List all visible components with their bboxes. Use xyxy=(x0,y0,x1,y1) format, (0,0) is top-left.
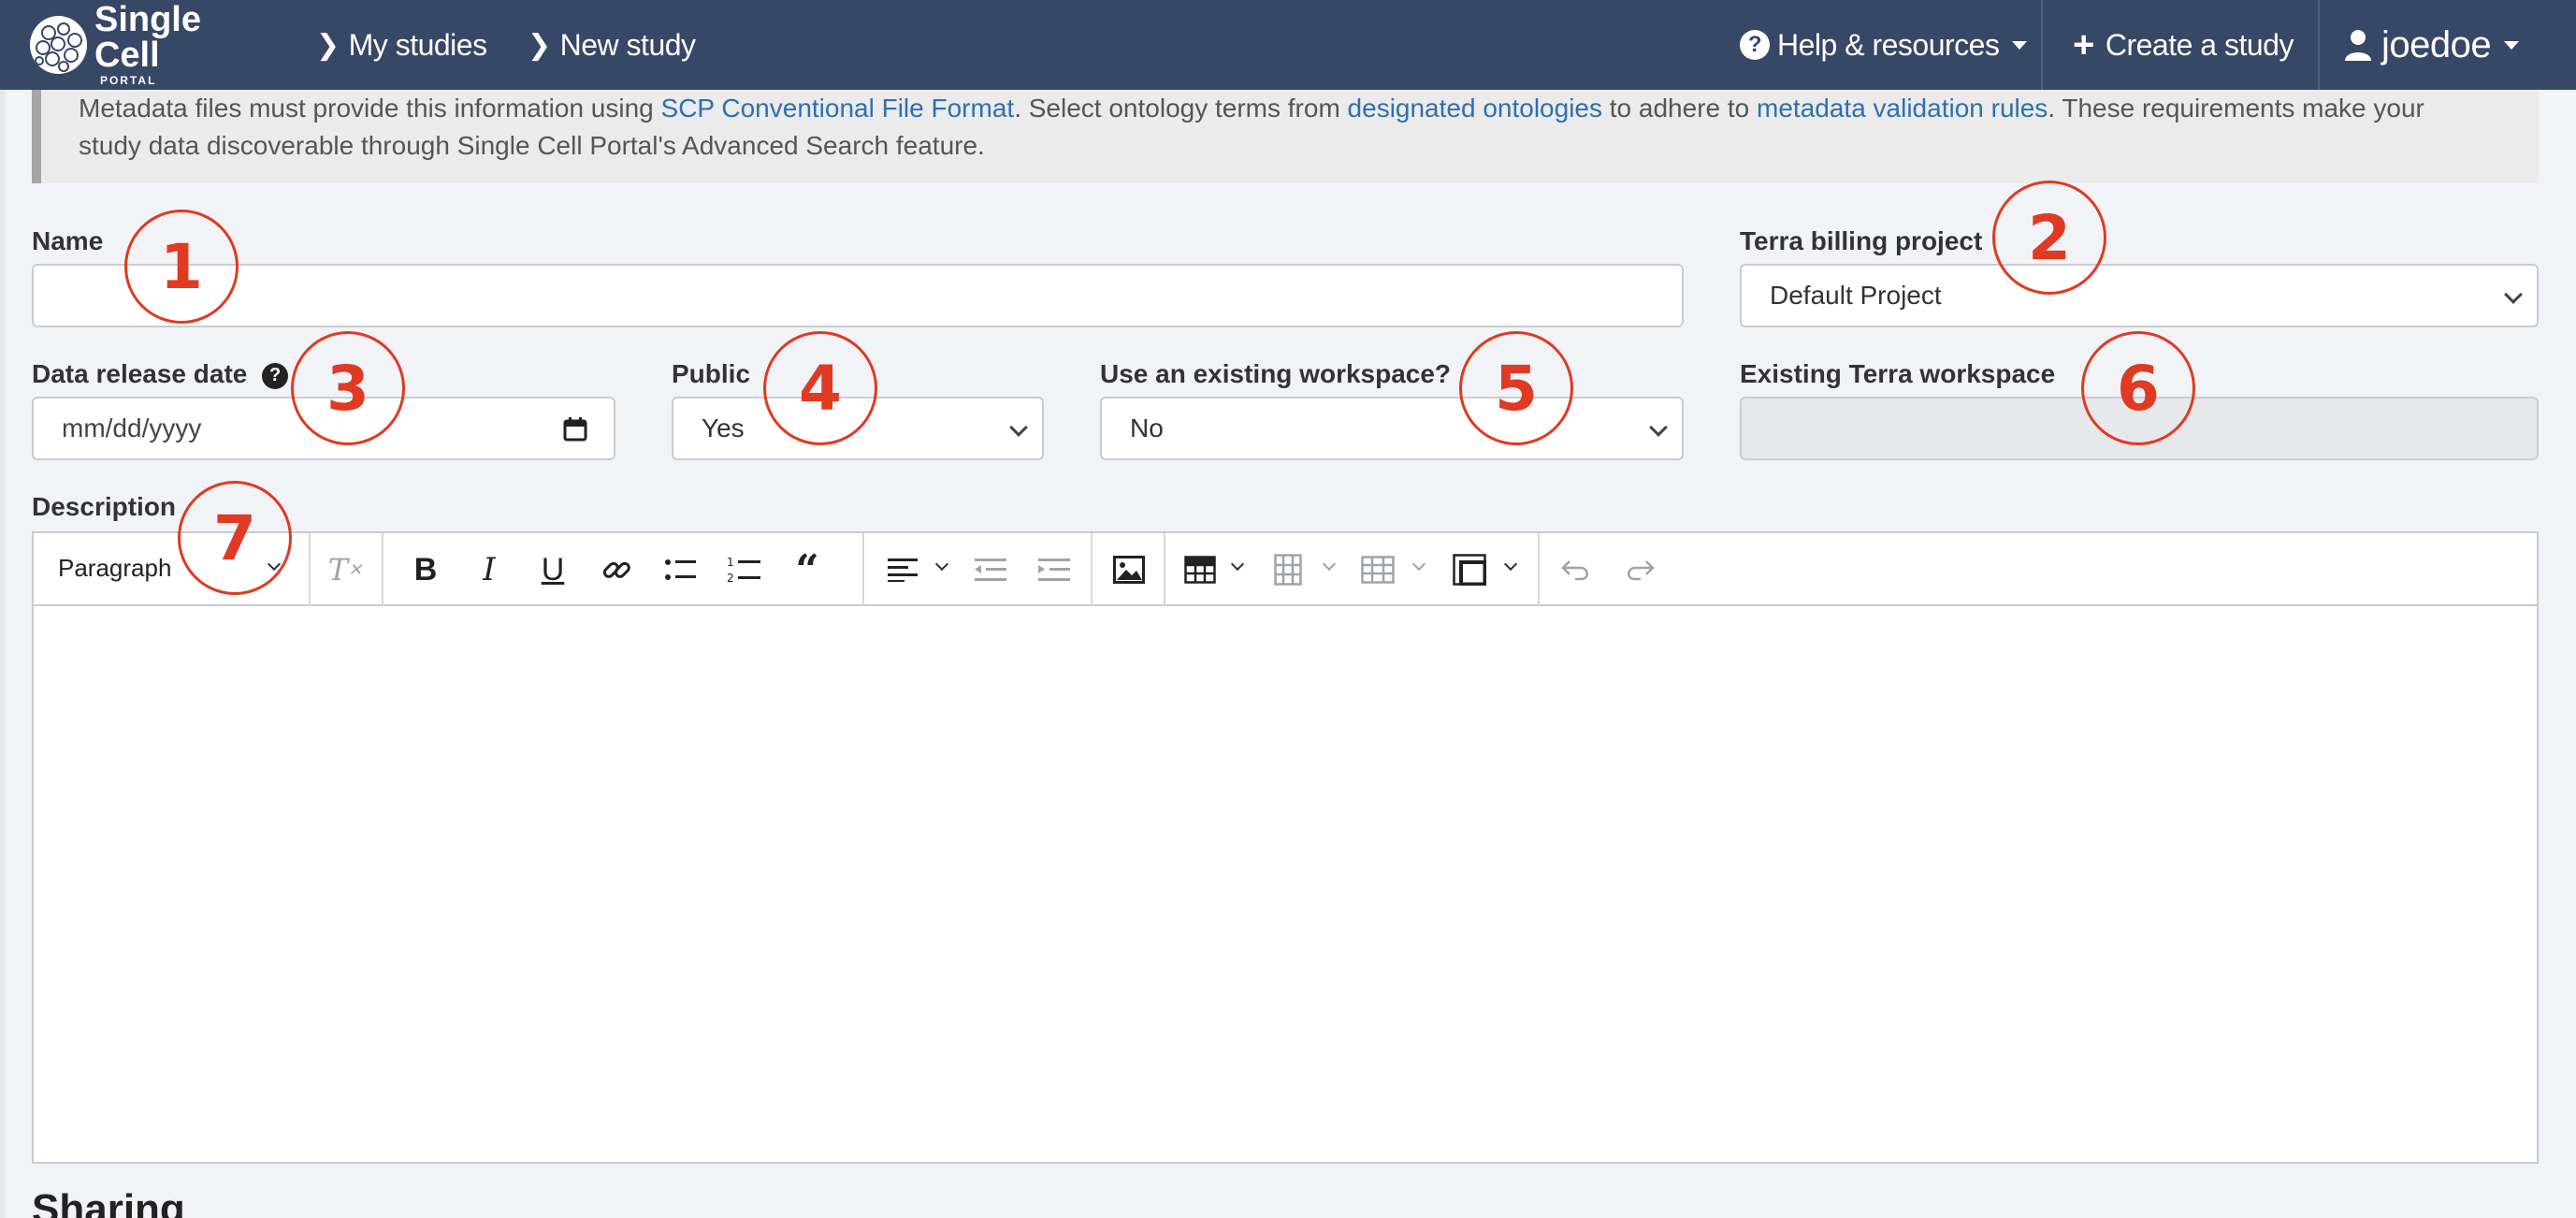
bullet-list-icon[interactable] xyxy=(658,548,702,591)
use-workspace-value: No xyxy=(1130,413,1164,442)
name-label: Name xyxy=(32,226,104,255)
plus-icon: + xyxy=(2073,23,2094,65)
validation-rules-link[interactable]: metadata validation rules xyxy=(1757,94,2048,123)
nav-divider xyxy=(2318,0,2320,90)
description-editor: Paragraph T ✕ B I U 12 “ xyxy=(32,531,2539,1164)
release-date-label: Data release date ? xyxy=(32,359,289,389)
public-label: Public xyxy=(672,359,751,388)
image-icon[interactable] xyxy=(1107,548,1151,591)
clear-format-group: T ✕ xyxy=(311,533,384,606)
chevron-down-icon[interactable] xyxy=(1322,557,1337,572)
link-icon[interactable] xyxy=(595,548,638,591)
name-input[interactable] xyxy=(32,264,1684,327)
chevron-down-icon[interactable] xyxy=(1411,557,1426,572)
notice-text: . Select ontology terms from xyxy=(1014,94,1348,123)
table-group xyxy=(1165,533,1540,606)
block-format-select[interactable]: Paragraph xyxy=(58,554,171,583)
left-edge xyxy=(0,90,6,1218)
annotation-marker: 2 xyxy=(1992,181,2106,295)
undo-icon[interactable] xyxy=(1555,548,1598,591)
nav-my-studies-label: My studies xyxy=(348,27,487,62)
underline-icon[interactable]: U xyxy=(531,548,574,591)
caret-down-icon xyxy=(2504,40,2520,50)
indent-icon[interactable] xyxy=(1033,548,1076,591)
nav-divider xyxy=(2041,0,2043,90)
notice-text: to adhere to xyxy=(1602,94,1758,123)
help-resources-label: Help & resources xyxy=(1777,27,2000,62)
chevron-down-icon xyxy=(2504,285,2523,304)
description-label: Description xyxy=(32,492,177,521)
notice-text: . These requirements make your xyxy=(2048,94,2424,123)
text-format-group: B I U 12 “ xyxy=(384,533,864,606)
editor-text-area[interactable] xyxy=(34,606,2537,1164)
editor-toolbar: Paragraph T ✕ B I U 12 “ xyxy=(34,533,2537,606)
portal-logo[interactable]: Single Cell PORTAL xyxy=(30,2,273,86)
billing-project-label: Terra billing project xyxy=(1740,226,1983,255)
clear-format-icon[interactable]: T ✕ xyxy=(324,548,367,591)
question-circle-icon[interactable]: ? xyxy=(262,362,289,389)
public-value: Yes xyxy=(702,413,745,442)
scp-format-link[interactable]: SCP Conventional File Format xyxy=(661,94,1015,123)
sharing-heading: Sharing xyxy=(32,1186,185,1218)
billing-project-select[interactable]: Default Project xyxy=(1740,264,2539,327)
table-icon[interactable] xyxy=(1179,548,1222,591)
user-menu[interactable]: joedoe xyxy=(2344,22,2520,67)
nav-new-study[interactable]: ❯ New study xyxy=(528,22,696,67)
user-icon xyxy=(2345,30,2371,61)
billing-project-value: Default Project xyxy=(1770,281,1942,310)
annotation-marker: 7 xyxy=(178,481,292,595)
nav-my-studies[interactable]: ❯ My studies xyxy=(316,22,487,67)
create-study-button[interactable]: + Create a study xyxy=(2073,22,2294,67)
annotation-marker: 6 xyxy=(2081,331,2195,445)
calendar-icon[interactable] xyxy=(563,417,587,442)
nav-new-study-label: New study xyxy=(559,27,696,62)
logo-cell-icon xyxy=(30,16,87,74)
annotation-marker: 3 xyxy=(291,331,405,445)
logo-text: Single Cell xyxy=(94,0,201,75)
outdent-icon[interactable] xyxy=(969,548,1012,591)
image-group xyxy=(1093,533,1165,606)
help-resources-dropdown[interactable]: ? Help & resources xyxy=(1740,22,2028,67)
existing-workspace-label: Existing Terra workspace xyxy=(1740,359,2056,388)
user-name: joedoe xyxy=(2381,23,2492,65)
alignment-group xyxy=(864,533,1093,606)
chevron-down-icon[interactable] xyxy=(1503,557,1518,572)
top-navbar: Single Cell PORTAL ❯ My studies ❯ New st… xyxy=(0,0,2576,90)
table-row-icon[interactable] xyxy=(1356,548,1399,591)
chevron-down-icon[interactable] xyxy=(1230,557,1245,572)
logo-subtext: PORTAL xyxy=(99,74,157,87)
release-date-label-text: Data release date xyxy=(32,359,248,388)
chevron-down-icon xyxy=(1649,418,1668,437)
svg-text:2: 2 xyxy=(727,572,734,584)
italic-icon[interactable]: I xyxy=(468,548,511,591)
table-merge-icon[interactable] xyxy=(1448,548,1491,591)
bold-icon[interactable]: B xyxy=(404,548,447,591)
create-study-label: Create a study xyxy=(2105,27,2294,62)
ontologies-link[interactable]: designated ontologies xyxy=(1348,94,1602,123)
numbered-list-icon[interactable]: 12 xyxy=(722,548,765,591)
align-left-icon[interactable] xyxy=(881,548,924,591)
table-column-icon[interactable] xyxy=(1266,548,1310,591)
release-date-placeholder: mm/dd/yyyy xyxy=(62,413,202,442)
notice-text: Metadata files must provide this informa… xyxy=(79,94,661,123)
annotation-marker: 4 xyxy=(763,331,877,445)
notice-line-2: study data discoverable through Single C… xyxy=(79,131,985,160)
question-circle-icon: ? xyxy=(1740,30,1770,60)
use-workspace-label: Use an existing workspace? xyxy=(1100,359,1452,388)
caret-down-icon xyxy=(2012,40,2028,50)
use-workspace-select[interactable]: No xyxy=(1100,397,1684,460)
redo-icon[interactable] xyxy=(1618,548,1661,591)
svg-text:1: 1 xyxy=(727,556,734,569)
chevron-down-icon xyxy=(1009,418,1028,437)
chevron-down-icon[interactable] xyxy=(934,557,949,572)
chevron-right-icon: ❯ xyxy=(528,29,551,61)
annotation-marker: 1 xyxy=(124,210,239,324)
blockquote-icon[interactable]: “ xyxy=(786,546,829,594)
chevron-right-icon: ❯ xyxy=(316,29,340,61)
metadata-notice: Metadata files must provide this informa… xyxy=(32,90,2539,183)
annotation-marker: 5 xyxy=(1459,331,1573,445)
